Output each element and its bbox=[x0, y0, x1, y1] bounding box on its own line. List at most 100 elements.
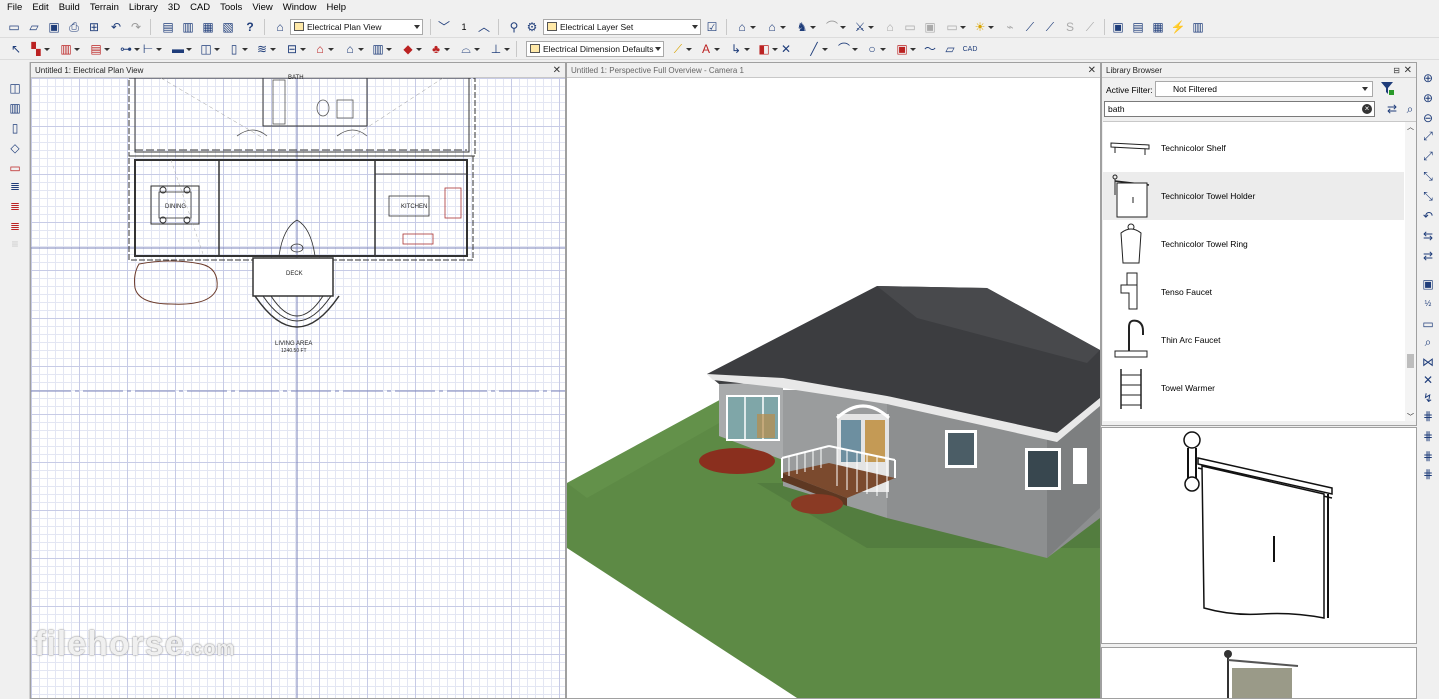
grid2-icon[interactable]: ⋕ bbox=[1420, 448, 1436, 464]
schedule-icon[interactable]: ▦ bbox=[200, 19, 216, 35]
clear-search-icon[interactable]: × bbox=[1362, 104, 1372, 114]
zoom-in-icon[interactable]: ⊕ bbox=[1420, 70, 1436, 86]
menu-build[interactable]: Build bbox=[54, 0, 85, 16]
material-list-icon[interactable]: ▧ bbox=[220, 19, 236, 35]
stack-icon[interactable]: ≣ bbox=[7, 178, 23, 194]
dimension-defaults-select[interactable]: Electrical Dimension Defaults bbox=[526, 41, 664, 57]
3d-box-icon[interactable]: ◫ bbox=[7, 80, 23, 96]
select-arrow-icon[interactable]: ↖ bbox=[8, 41, 24, 57]
list-item[interactable]: Towel Warmer bbox=[1103, 364, 1404, 412]
tool-grey7-icon[interactable]: ⟋ bbox=[1082, 19, 1098, 35]
grid-snap-icon[interactable]: ⋕ bbox=[1420, 408, 1436, 424]
snap-icon[interactable]: ⋈ bbox=[1420, 354, 1436, 370]
stack-red2-icon[interactable]: ≣ bbox=[7, 218, 23, 234]
spline-icon[interactable]: 〜 bbox=[922, 41, 938, 57]
new-file-icon[interactable]: ▭ bbox=[6, 19, 22, 35]
door-tools-icon[interactable]: ◫ bbox=[198, 41, 220, 57]
stack-grey-icon[interactable]: ≡ bbox=[7, 236, 23, 252]
scroll-up-icon[interactable]: ︿ bbox=[1407, 122, 1414, 132]
window-3d-icon[interactable]: ▦ bbox=[1150, 19, 1166, 35]
zoom-in2-icon[interactable]: ⊕ bbox=[1420, 90, 1436, 106]
list-item[interactable]: Technicolor Shelf bbox=[1103, 124, 1404, 172]
line-icon[interactable]: ╱ bbox=[806, 41, 828, 57]
snap2-icon[interactable]: ✕ bbox=[1420, 372, 1436, 388]
roof-tools-icon[interactable]: ⌂ bbox=[312, 41, 334, 57]
box-icon[interactable]: ▣ bbox=[894, 41, 916, 57]
library-scrollbar[interactable]: ︿ ﹀ bbox=[1405, 122, 1416, 421]
electrical-icon[interactable]: ⊥ bbox=[488, 41, 510, 57]
undo-icon[interactable]: ↶ bbox=[108, 19, 124, 35]
filter-icon[interactable] bbox=[1380, 81, 1394, 95]
list-item[interactable]: Technicolor Towel Ring bbox=[1103, 220, 1404, 268]
library-search-input[interactable]: bath × bbox=[1104, 101, 1375, 117]
layer-set-select[interactable]: Electrical Layer Set bbox=[543, 19, 701, 35]
scroll-down-icon[interactable]: ﹀ bbox=[1407, 412, 1414, 421]
section-icon[interactable]: ◇ bbox=[7, 140, 23, 156]
walkthrough-icon[interactable]: ♞ bbox=[794, 19, 816, 35]
eyedropper-icon[interactable]: ⟋ bbox=[1022, 19, 1038, 35]
layer-red-icon[interactable]: ▭ bbox=[7, 160, 23, 176]
refresh-icon[interactable]: ⇄ bbox=[1420, 248, 1436, 264]
window-tools-icon[interactable]: ▯ bbox=[226, 41, 248, 57]
close-icon[interactable]: ✕ bbox=[553, 63, 561, 78]
zoom-out-icon[interactable]: ⊖ bbox=[1420, 110, 1436, 126]
plan-views-icon[interactable]: ⌂ bbox=[272, 19, 288, 35]
cabinet-tools-icon[interactable]: ▤ bbox=[88, 41, 110, 57]
paint-icon[interactable]: ⟋ bbox=[1042, 19, 1058, 35]
menu-library[interactable]: Library bbox=[124, 0, 163, 16]
tool-grey1-icon[interactable]: ⌂ bbox=[882, 19, 898, 35]
framing-icon[interactable]: ▥ bbox=[370, 41, 392, 57]
plan-view-select[interactable]: Electrical Plan View bbox=[290, 19, 423, 35]
menu-edit[interactable]: Edit bbox=[27, 0, 53, 16]
tool-grey5-icon[interactable]: ⌁ bbox=[1002, 19, 1018, 35]
ruler-fraction-icon[interactable]: ½ bbox=[1420, 296, 1436, 312]
print-preview-icon[interactable]: ▣ bbox=[1420, 276, 1436, 292]
text-tools-icon[interactable]: ⌓ bbox=[458, 41, 480, 57]
layer-icon[interactable]: ⚲ bbox=[506, 19, 522, 35]
3d-camera-view[interactable] bbox=[567, 78, 1100, 698]
rail-tools-icon[interactable]: ⊶ bbox=[118, 41, 140, 57]
floor-up-icon[interactable]: ︿ bbox=[476, 19, 492, 35]
plant-icon[interactable]: ♣ bbox=[428, 41, 450, 57]
grid3-icon[interactable]: ⋕ bbox=[1420, 466, 1436, 482]
pan-icon[interactable]: ⤡ bbox=[1420, 188, 1436, 204]
polyline-icon[interactable]: ▱ bbox=[942, 41, 958, 57]
menu-view[interactable]: View bbox=[247, 0, 277, 16]
energy-icon[interactable]: ⚡ bbox=[1170, 19, 1186, 35]
export-icon[interactable]: ⊞ bbox=[86, 19, 102, 35]
wall-tools-icon[interactable]: ▥ bbox=[58, 41, 80, 57]
menu-window[interactable]: Window bbox=[278, 0, 322, 16]
menu-cad[interactable]: CAD bbox=[185, 0, 215, 16]
menu-help[interactable]: Help bbox=[322, 0, 352, 16]
grid-icon[interactable]: ⋕ bbox=[1420, 428, 1436, 444]
beam-icon[interactable]: ▬ bbox=[170, 41, 192, 57]
library-search-icon[interactable]: ⌕ bbox=[1402, 101, 1416, 117]
window-tile-icon[interactable]: ▣ bbox=[1110, 19, 1126, 35]
menu-file[interactable]: File bbox=[2, 0, 27, 16]
orbit-icon[interactable]: ⌒ bbox=[824, 19, 846, 35]
pin-icon[interactable]: ⊟ bbox=[1393, 63, 1400, 78]
list-item[interactable]: Thin Arc Faucet bbox=[1103, 316, 1404, 364]
menu-tools[interactable]: Tools bbox=[215, 0, 247, 16]
elevation-view-icon[interactable]: ▯ bbox=[7, 120, 23, 136]
menu-terrain[interactable]: Terrain bbox=[85, 0, 124, 16]
camera-tools-icon[interactable]: ⚔ bbox=[852, 19, 874, 35]
plan-canvas[interactable]: BATH DINING KITCHEN DECK LIVING AREA 124… bbox=[31, 75, 565, 698]
print-icon[interactable]: ⎙ bbox=[66, 19, 82, 35]
menu-3d[interactable]: 3D bbox=[163, 0, 185, 16]
dimension-icon[interactable]: ⊟ bbox=[284, 41, 306, 57]
room-divider-icon[interactable]: ⊢ bbox=[140, 41, 162, 57]
fill-window-icon[interactable]: ⤢ bbox=[1420, 128, 1436, 144]
stairs-icon[interactable]: ≋ bbox=[254, 41, 276, 57]
elevation-icon[interactable]: ▥ bbox=[180, 19, 196, 35]
ruler-icon[interactable]: ⟋ bbox=[670, 41, 692, 57]
floor-down-icon[interactable]: ﹀ bbox=[436, 19, 452, 35]
magnify-page-icon[interactable]: ⌕ bbox=[1420, 334, 1436, 350]
plan-view-icon[interactable]: ▤ bbox=[160, 19, 176, 35]
tool-grey2-icon[interactable]: ▭ bbox=[902, 19, 918, 35]
text-icon[interactable]: A bbox=[698, 41, 720, 57]
edit-tools-icon[interactable]: ▚ bbox=[28, 41, 50, 57]
tool-grey6-icon[interactable]: S bbox=[1062, 19, 1078, 35]
close-icon[interactable]: ✕ bbox=[1404, 63, 1412, 78]
cad-icon[interactable]: CAD bbox=[962, 41, 978, 57]
